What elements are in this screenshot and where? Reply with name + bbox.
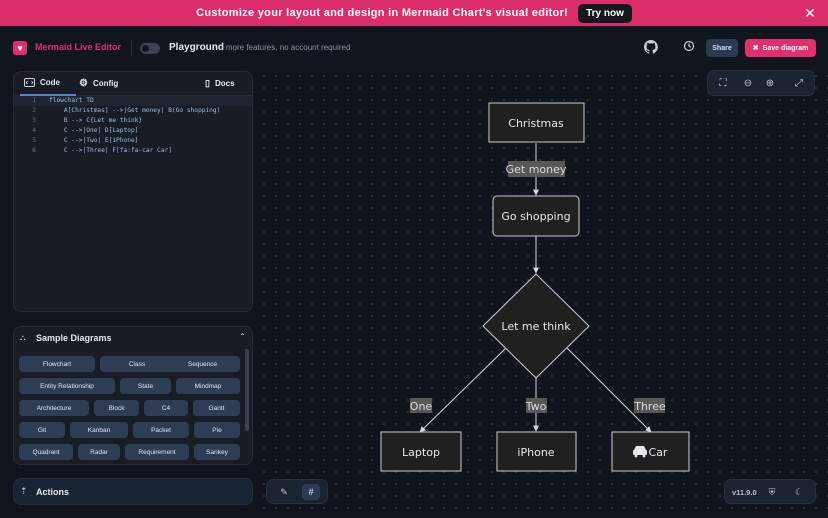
node-christmas-label: Christmas: [508, 117, 564, 130]
code-text: C -->|Two| E[iPhone]: [49, 137, 139, 144]
diagram-icon: ⛬: [20, 333, 26, 342]
sample-flowchart-button[interactable]: Flowchart: [19, 356, 95, 372]
code-icon: [24, 78, 35, 87]
code-area[interactable]: 1 flowchart TD 2 A[Christmas] -->|Get mon…: [14, 96, 252, 156]
playground-label: Playground: [169, 42, 225, 53]
sample-block-button[interactable]: Block: [94, 400, 139, 416]
playground-subtitle: - more features, no account required: [221, 43, 351, 52]
sample-pie-button[interactable]: Pie: [194, 422, 240, 438]
sample-gantt-button[interactable]: Gantt: [193, 400, 240, 416]
actions-chevron-icon: ⇡: [20, 486, 28, 496]
version-label: v11.9.0: [732, 488, 757, 497]
gear-icon: ⚙: [79, 78, 88, 89]
app-header: ♥ Mermaid Live Editor Playground - more …: [0, 26, 828, 70]
edge-think-car: [566, 347, 652, 433]
fullscreen-icon[interactable]: ⤢: [792, 77, 806, 91]
grid-icon[interactable]: #: [302, 484, 320, 500]
edge-think-laptop: [419, 347, 507, 433]
code-text: C -->|Three| F[fa:fa-car Car]: [49, 147, 172, 154]
tab-config[interactable]: ⚙ Config: [79, 78, 118, 89]
header-divider: [131, 40, 132, 56]
save-diagram-button[interactable]: ✖ Save diagram: [745, 39, 816, 57]
tab-docs[interactable]: ▯ Docs: [205, 78, 235, 89]
line-number: 1: [32, 97, 36, 104]
editor-tabs: Code ⚙ Config ▯ Docs: [14, 72, 252, 96]
share-button[interactable]: Share: [706, 39, 738, 57]
github-icon[interactable]: [643, 40, 659, 56]
node-let-me-think-label: Let me think: [501, 320, 571, 333]
moon-icon[interactable]: ☾: [793, 486, 805, 498]
line-number: 4: [32, 127, 36, 134]
actions-panel[interactable]: ⇡ Actions: [13, 478, 253, 505]
code-line[interactable]: 6 C -->|Three| F[fa:fa-car Car]: [14, 146, 252, 156]
sample-kanban-button[interactable]: Kanban: [70, 422, 128, 438]
zoom-in-icon[interactable]: ⊕: [763, 77, 777, 91]
code-line[interactable]: 5 C -->|Two| E[iPhone]: [14, 136, 252, 146]
line-number: 2: [32, 107, 36, 114]
promo-banner: Customize your layout and design in Merm…: [0, 0, 828, 26]
line-number: 3: [32, 117, 36, 124]
close-icon[interactable]: ✕: [802, 5, 818, 21]
sample-radar-button[interactable]: Radar: [78, 444, 120, 460]
sample-mindmap-button[interactable]: Mindmap: [176, 378, 240, 394]
zoom-out-icon[interactable]: ⊖: [741, 77, 755, 91]
code-line[interactable]: 4 C -->|One| D[Laptop]: [14, 126, 252, 136]
pen-icon[interactable]: ✎: [275, 484, 293, 500]
sample-quadrant-button[interactable]: Quadrant: [19, 444, 73, 460]
sample-requirement-button[interactable]: Requirement: [125, 444, 189, 460]
edge-label-two: Two: [525, 400, 547, 413]
actions-label: Actions: [36, 487, 70, 497]
code-line[interactable]: 2 A[Christmas] -->|Get money| B(Go shopp…: [14, 106, 252, 116]
node-car-label: Car: [649, 446, 668, 459]
edge-label-three: Three: [633, 400, 666, 413]
sample-sequence-button[interactable]: Sequence: [165, 356, 240, 372]
sample-c4-button[interactable]: C4: [144, 400, 188, 416]
flowchart-diagram: Get money One Two Three Christmas Go sho…: [380, 102, 690, 472]
tab-code[interactable]: Code: [24, 78, 60, 87]
version-bar: v11.9.0 ⛨ ☾: [724, 479, 816, 504]
book-icon: ▯: [205, 78, 210, 88]
line-number: 6: [32, 147, 36, 154]
node-iphone-label: iPhone: [517, 446, 554, 459]
code-text: C -->|One| D[Laptop]: [49, 127, 139, 134]
history-icon[interactable]: [681, 40, 697, 56]
tab-code-label: Code: [40, 78, 60, 87]
banner-text: Customize your layout and design in Merm…: [196, 7, 569, 19]
shield-icon[interactable]: ⛨: [766, 486, 778, 498]
code-text: B --> C{Let me think}: [49, 117, 143, 124]
app-title[interactable]: Mermaid Live Editor: [35, 42, 121, 52]
playground-toggle[interactable]: [140, 43, 160, 54]
mermaid-logo-icon[interactable]: ♥: [13, 41, 27, 55]
code-text: flowchart TD: [49, 97, 94, 104]
sample-diagrams-panel: ⛬ Sample Diagrams ⌃ Flowchart Class Sequ…: [13, 326, 253, 465]
tab-config-label: Config: [92, 79, 119, 88]
code-text: A[Christmas] -->|Get money| B(Go shoppin…: [49, 107, 221, 114]
sample-class-button[interactable]: Class: [100, 356, 174, 372]
node-laptop-label: Laptop: [402, 446, 440, 459]
node-go-shopping-label: Go shopping: [501, 210, 570, 223]
edge-label-get-money: Get money: [506, 163, 567, 176]
save-diagram-label: Save diagram: [762, 44, 809, 52]
fit-view-icon[interactable]: ⛶: [716, 77, 730, 91]
code-line[interactable]: 3 B --> C{Let me think}: [14, 116, 252, 126]
code-editor-panel: Code ⚙ Config ▯ Docs 1 flowchart TD 2 A[C…: [13, 71, 253, 312]
sample-git-button[interactable]: Git: [19, 422, 65, 438]
sample-er-button[interactable]: Entity Relationship: [19, 378, 115, 394]
canvas-tools: ✎ #: [266, 479, 328, 504]
save-icon: ✖: [752, 45, 759, 52]
sample-diagrams-title: Sample Diagrams: [36, 333, 112, 343]
try-now-button[interactable]: Try now: [578, 3, 632, 23]
code-line[interactable]: 1 flowchart TD: [14, 96, 252, 106]
sample-packet-button[interactable]: Packet: [133, 422, 189, 438]
samples-scrollbar[interactable]: [245, 349, 249, 431]
zoom-toolbar: ⛶ ⊖ ⊕ ⤢: [707, 70, 815, 96]
diagram-canvas[interactable]: Get money One Two Three Christmas Go sho…: [258, 70, 828, 518]
collapse-chevron-icon[interactable]: ⌃: [239, 332, 246, 341]
sample-state-button[interactable]: State: [120, 378, 171, 394]
sample-sankey-button[interactable]: Sankey: [194, 444, 240, 460]
sample-architecture-button[interactable]: Architecture: [19, 400, 89, 416]
tab-docs-label: Docs: [214, 79, 235, 88]
line-number: 5: [32, 137, 36, 144]
edge-label-one: One: [410, 400, 433, 413]
